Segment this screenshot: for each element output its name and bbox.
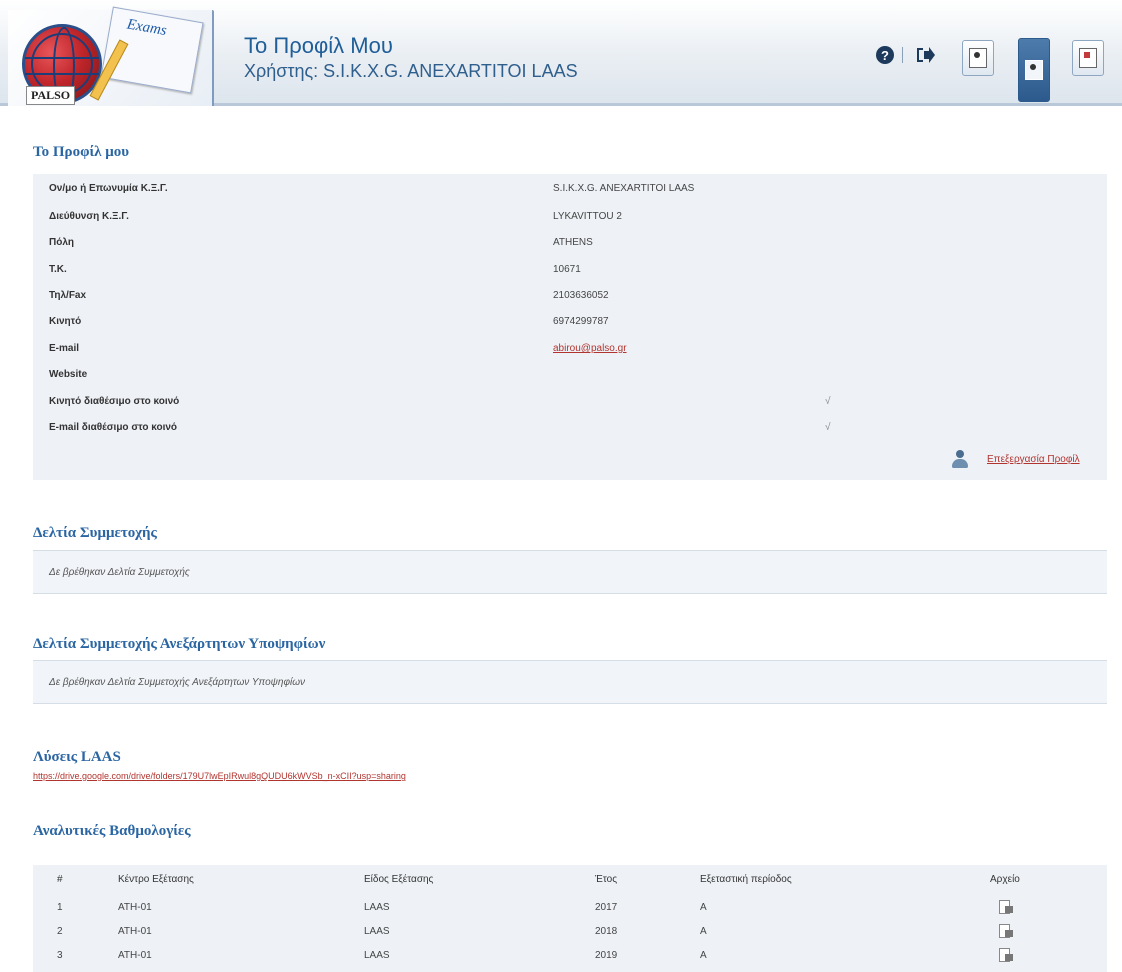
participation-empty-box: Δε βρέθηκαν Δελτία Συμμετοχής: [33, 550, 1107, 594]
profile-row-name: Ον/μο ή Επωνυμία Κ.Ξ.Γ. S.I.K.X.G. ANEXA…: [33, 183, 1107, 201]
check-icon: √: [825, 422, 831, 433]
table-row: 2 ATH-01 LAAS 2018 A: [33, 924, 1107, 946]
file-icon[interactable]: [999, 948, 1013, 964]
cell-year: 2018: [595, 926, 618, 937]
field-label: Κινητό: [49, 316, 82, 327]
empty-message: Δε βρέθηκαν Δελτία Συμμετοχής Ανεξάρτητω…: [49, 677, 305, 688]
field-value: 6974299787: [553, 316, 609, 327]
edit-profile-icon[interactable]: [951, 449, 969, 469]
file-icon[interactable]: [999, 924, 1013, 940]
column-header: Εξεταστική περίοδος: [700, 874, 792, 885]
cell-number: 3: [57, 950, 63, 961]
profile-row-website: Website: [33, 369, 1107, 387]
certificate-icon[interactable]: [1072, 40, 1104, 76]
column-header: Αρχείο: [990, 874, 1020, 885]
field-label: Τ.Κ.: [49, 264, 67, 275]
laas-section-title: Λύσεις LAAS: [33, 749, 121, 765]
field-value: 2103636052: [553, 290, 609, 301]
column-header: #: [57, 874, 63, 885]
cell-center: ATH-01: [118, 950, 152, 961]
column-header: Έτος: [595, 874, 618, 885]
logo-card-label: Exams: [125, 16, 168, 40]
table-row: 1 ATH-01 LAAS 2017 A: [33, 900, 1107, 922]
logo-badge: PALSO: [26, 86, 76, 105]
cell-number: 2: [57, 926, 63, 937]
grades-section-title: Αναλυτικές Βαθμολογίες: [33, 823, 191, 839]
column-header: Είδος Εξέτασης: [364, 874, 434, 885]
field-value: ATHENS: [553, 237, 593, 248]
cell-number: 1: [57, 902, 63, 913]
profile-row-phone: Τηλ/Fax 2103636052: [33, 290, 1107, 308]
field-label: E-mail: [49, 343, 80, 354]
empty-message: Δε βρέθηκαν Δελτία Συμμετοχής: [49, 567, 190, 578]
logout-icon[interactable]: [914, 44, 936, 66]
edit-profile-link[interactable]: Επεξεργασία Προφίλ: [987, 454, 1080, 465]
field-label: Πόλη: [49, 237, 74, 248]
cell-period: A: [700, 926, 707, 937]
user-icon[interactable]: [1018, 38, 1050, 102]
current-user: Χρήστης: S.I.K.X.G. ANEXARTITOI LAAS: [244, 61, 578, 81]
field-label: Website: [49, 369, 88, 380]
check-icon: √: [825, 396, 831, 407]
help-icon[interactable]: ?: [876, 46, 894, 64]
independent-empty-box: Δε βρέθηκαν Δελτία Συμμετοχής Ανεξάρτητω…: [33, 660, 1107, 704]
cell-type: LAAS: [364, 950, 390, 961]
field-value: S.I.K.X.G. ANEXARTITOI LAAS: [553, 183, 695, 194]
profile-row-city: Πόλη ATHENS: [33, 237, 1107, 255]
page-title: Το Προφίλ Μου: [244, 33, 393, 58]
field-value: LYKAVITTOU 2: [553, 211, 622, 222]
field-label: Τηλ/Fax: [49, 290, 87, 301]
table-header: # Κέντρο Εξέτασης Είδος Εξέτασης Έτος Εξ…: [33, 874, 1107, 894]
profile-row-address: Διεύθυνση Κ.Ξ.Γ. LYKAVITTOU 2: [33, 211, 1107, 229]
column-header: Κέντρο Εξέτασης: [118, 874, 194, 885]
field-value: 10671: [553, 264, 581, 275]
app-header: PALSO Exams Το Προφίλ Μου Χρήστης: S.I.K…: [0, 0, 1122, 106]
cell-period: A: [700, 902, 707, 913]
cell-year: 2017: [595, 902, 618, 913]
edit-profile-action[interactable]: Επεξεργασία Προφίλ: [951, 449, 1080, 469]
independent-section-title: Δελτία Συμμετοχής Ανεξάρτητων Υποψηφίων: [33, 636, 326, 652]
laas-drive-link[interactable]: https://drive.google.com/drive/folders/1…: [33, 771, 406, 781]
profile-row-mobile-public: Κινητό διαθέσιμο στο κοινό √: [33, 396, 1107, 414]
grades-table: # Κέντρο Εξέτασης Είδος Εξέτασης Έτος Εξ…: [33, 865, 1107, 972]
profile-row-postcode: Τ.Κ. 10671: [33, 264, 1107, 282]
table-row: 3 ATH-01 LAAS 2019 A: [33, 948, 1107, 970]
field-label: Κινητό διαθέσιμο στο κοινό: [49, 396, 180, 407]
profile-panel: Ον/μο ή Επωνυμία Κ.Ξ.Γ. S.I.K.X.G. ANEXA…: [33, 174, 1107, 480]
cell-type: LAAS: [364, 926, 390, 937]
cell-center: ATH-01: [118, 902, 152, 913]
participation-section-title: Δελτία Συμμετοχής: [33, 525, 157, 541]
divider: [902, 47, 903, 63]
file-icon[interactable]: [999, 900, 1013, 916]
cell-period: A: [700, 950, 707, 961]
field-label: Διεύθυνση Κ.Ξ.Γ.: [49, 211, 129, 222]
field-label: Ον/μο ή Επωνυμία Κ.Ξ.Γ.: [49, 183, 168, 194]
profile-card-icon[interactable]: [962, 40, 994, 76]
cell-type: LAAS: [364, 902, 390, 913]
profile-row-email: E-mail abirou@palso.gr: [33, 343, 1107, 361]
profile-row-email-public: E-mail διαθέσιμο στο κοινό √: [33, 422, 1107, 440]
cell-center: ATH-01: [118, 926, 152, 937]
profile-section-title: Το Προφίλ μου: [33, 144, 130, 160]
palso-logo[interactable]: PALSO Exams: [8, 6, 214, 106]
profile-row-mobile: Κινητό 6974299787: [33, 316, 1107, 334]
email-link[interactable]: abirou@palso.gr: [553, 343, 627, 354]
field-label: E-mail διαθέσιμο στο κοινό: [49, 422, 178, 433]
cell-year: 2019: [595, 950, 618, 961]
